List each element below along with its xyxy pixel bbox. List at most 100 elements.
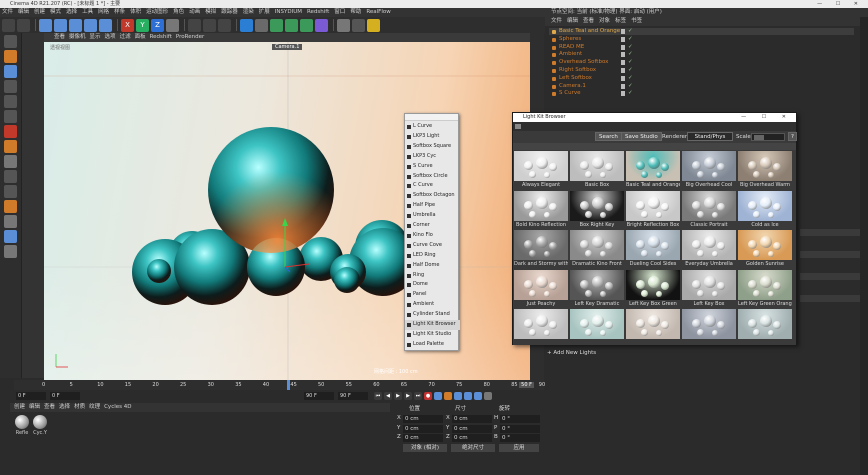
object-menu-item[interactable]: 查看 (583, 18, 594, 24)
object-row[interactable]: Ambient ✓ (549, 51, 854, 58)
menu-item-19[interactable]: 帮助 (350, 9, 361, 15)
rotation-field[interactable]: 0 ° (500, 434, 540, 442)
light-kit-menu-item[interactable]: Curve Cove (405, 241, 460, 251)
light-preset-tile[interactable]: Bold Kino Reflection (514, 190, 568, 229)
visibility-icon[interactable] (621, 68, 625, 73)
help-button[interactable]: ? (788, 132, 797, 141)
light-preset-tile[interactable]: Big Overhead Warm (738, 151, 792, 189)
menu-icon[interactable] (515, 124, 521, 129)
light-kit-menu-item[interactable]: Corner (405, 221, 460, 231)
viewport-menu-item[interactable]: 面板 (135, 34, 146, 40)
light-preset-tile[interactable]: Dueling Cool Sides (626, 230, 680, 268)
menu-item-10[interactable]: 角色 (173, 9, 184, 15)
camera-label[interactable]: Camera.1 (272, 44, 303, 50)
sculpt-icon[interactable] (4, 245, 17, 258)
light-preset-tile[interactable] (514, 309, 568, 347)
tweak-icon[interactable] (4, 155, 17, 168)
deformer-icon[interactable] (315, 18, 328, 32)
add-new-lights-button[interactable]: + Add New Lights (547, 350, 596, 356)
object-row[interactable]: S Curve ✓ (549, 90, 854, 97)
rotation-field[interactable]: 0 ° (500, 424, 540, 433)
step-back-icon[interactable]: ◀ (384, 392, 392, 400)
light-preset-tile[interactable]: Dark and Stormy with (514, 230, 568, 268)
render-icon[interactable] (203, 18, 216, 32)
attribute-field[interactable] (800, 251, 860, 258)
visibility-icon[interactable] (621, 52, 625, 58)
light-kit-menu-item[interactable]: Softbox Square (405, 142, 460, 152)
lock-icon[interactable] (4, 185, 17, 198)
viewport-menu-item[interactable]: Redshift (150, 34, 172, 40)
enabled-check-icon[interactable]: ✓ (628, 67, 633, 74)
save-studio-button[interactable]: Save Studio (621, 132, 662, 141)
light-preset-tile[interactable]: Basic Box (570, 151, 624, 189)
object-row[interactable]: READ ME ✓ (549, 44, 854, 51)
light-kit-menu-item[interactable]: Softbox Circle (405, 172, 460, 182)
menu-item-6[interactable]: 网格 (98, 9, 109, 15)
menu-item-16[interactable]: INSYDIUM (275, 9, 302, 15)
light-preset-tile[interactable]: Box Right Key (570, 190, 624, 229)
light-kit-menu-item[interactable]: Ambient (405, 300, 460, 310)
light-kit-browser-window-controls[interactable]: — ☐ ✕ (741, 113, 793, 122)
object-menu-item[interactable]: 标签 (615, 18, 626, 24)
material-menu-item[interactable]: 材质 (74, 404, 85, 410)
polygons-icon[interactable] (4, 110, 17, 123)
material-menu-item[interactable]: 编辑 (29, 404, 40, 410)
visibility-icon[interactable] (621, 29, 625, 34)
menu-item-0[interactable]: 文件 (2, 9, 13, 15)
visibility-icon[interactable] (621, 83, 625, 89)
make-editable-icon[interactable] (4, 35, 17, 48)
light-preset-tile[interactable] (682, 309, 736, 347)
key-rotation-icon[interactable] (474, 392, 482, 400)
undo-icon[interactable] (2, 18, 15, 32)
light-preset-tile[interactable] (626, 309, 680, 347)
key-scale-icon[interactable] (464, 392, 472, 400)
size-field[interactable]: 0 cm (452, 424, 492, 433)
viewport-menu-item[interactable]: ProRender (176, 34, 204, 40)
select-icon[interactable] (39, 18, 52, 32)
end-frame-field[interactable]: 90 F (304, 392, 334, 400)
light-preset-tile[interactable]: Golden Sunrise (738, 230, 792, 268)
enabled-check-icon[interactable]: ✓ (628, 75, 633, 82)
start-frame-field[interactable]: 0 F (16, 392, 46, 400)
move-icon[interactable] (54, 18, 67, 32)
timeline-playhead[interactable] (287, 380, 290, 390)
size-field[interactable]: 0 cm (452, 434, 492, 442)
renderer-select[interactable]: Stand/Phys (687, 132, 733, 141)
light-preset-tile[interactable]: Left Key Box Green (626, 269, 680, 308)
light-kit-menu-item[interactable]: Ring (405, 271, 460, 281)
coordinate-mode-select[interactable]: 对象 (相对) (403, 444, 447, 452)
menu-item-15[interactable]: 扩展 (259, 9, 270, 15)
object-menu-item[interactable]: 书签 (631, 18, 642, 24)
enabled-check-icon[interactable]: ✓ (628, 36, 633, 43)
light-kit-menu-item[interactable]: Light Kit Browser (405, 320, 460, 330)
apply-button[interactable]: 应用 (499, 444, 539, 452)
menu-item-14[interactable]: 渲染 (243, 9, 254, 15)
subdivision-icon[interactable] (270, 18, 283, 32)
light-kit-menu-item[interactable]: C Curve (405, 181, 460, 191)
brush-icon[interactable] (4, 230, 17, 243)
workplane-icon[interactable] (4, 170, 17, 183)
size-field[interactable]: 0 cm (452, 415, 492, 423)
coord-icon[interactable] (166, 18, 179, 32)
play-icon[interactable]: ▶ (394, 392, 402, 400)
light-preset-tile[interactable]: Cold as Ice (738, 190, 792, 229)
snap-icon[interactable] (4, 140, 17, 153)
light-kit-menu-item[interactable]: S Curve (405, 162, 460, 172)
edges-icon[interactable] (4, 95, 17, 108)
object-row[interactable]: Spheres ✓ (549, 36, 854, 43)
enabled-check-icon[interactable]: ✓ (628, 44, 633, 51)
light-preset-tile[interactable]: Everyday Umbrella (682, 230, 736, 268)
object-row[interactable]: Basic Teal and Orange ✓ (549, 28, 854, 35)
size-mode-select[interactable]: 绝对尺寸 (451, 444, 495, 452)
enabled-check-icon[interactable]: ✓ (628, 51, 633, 58)
light-kit-menu-item[interactable]: Half Pipe (405, 201, 460, 211)
light-kit-menu-item[interactable]: Half Dome (405, 261, 460, 271)
cloner-icon[interactable] (300, 18, 313, 32)
menu-item-20[interactable]: RealFlow (366, 9, 390, 15)
enabled-check-icon[interactable]: ✓ (628, 59, 633, 66)
light-kit-menu-item[interactable]: LKP3 Light (405, 132, 460, 142)
position-field[interactable]: 0 cm (403, 434, 443, 442)
enabled-check-icon[interactable]: ✓ (628, 90, 633, 97)
z-axis-icon[interactable]: Z (151, 18, 164, 32)
paint-icon[interactable] (4, 215, 17, 228)
